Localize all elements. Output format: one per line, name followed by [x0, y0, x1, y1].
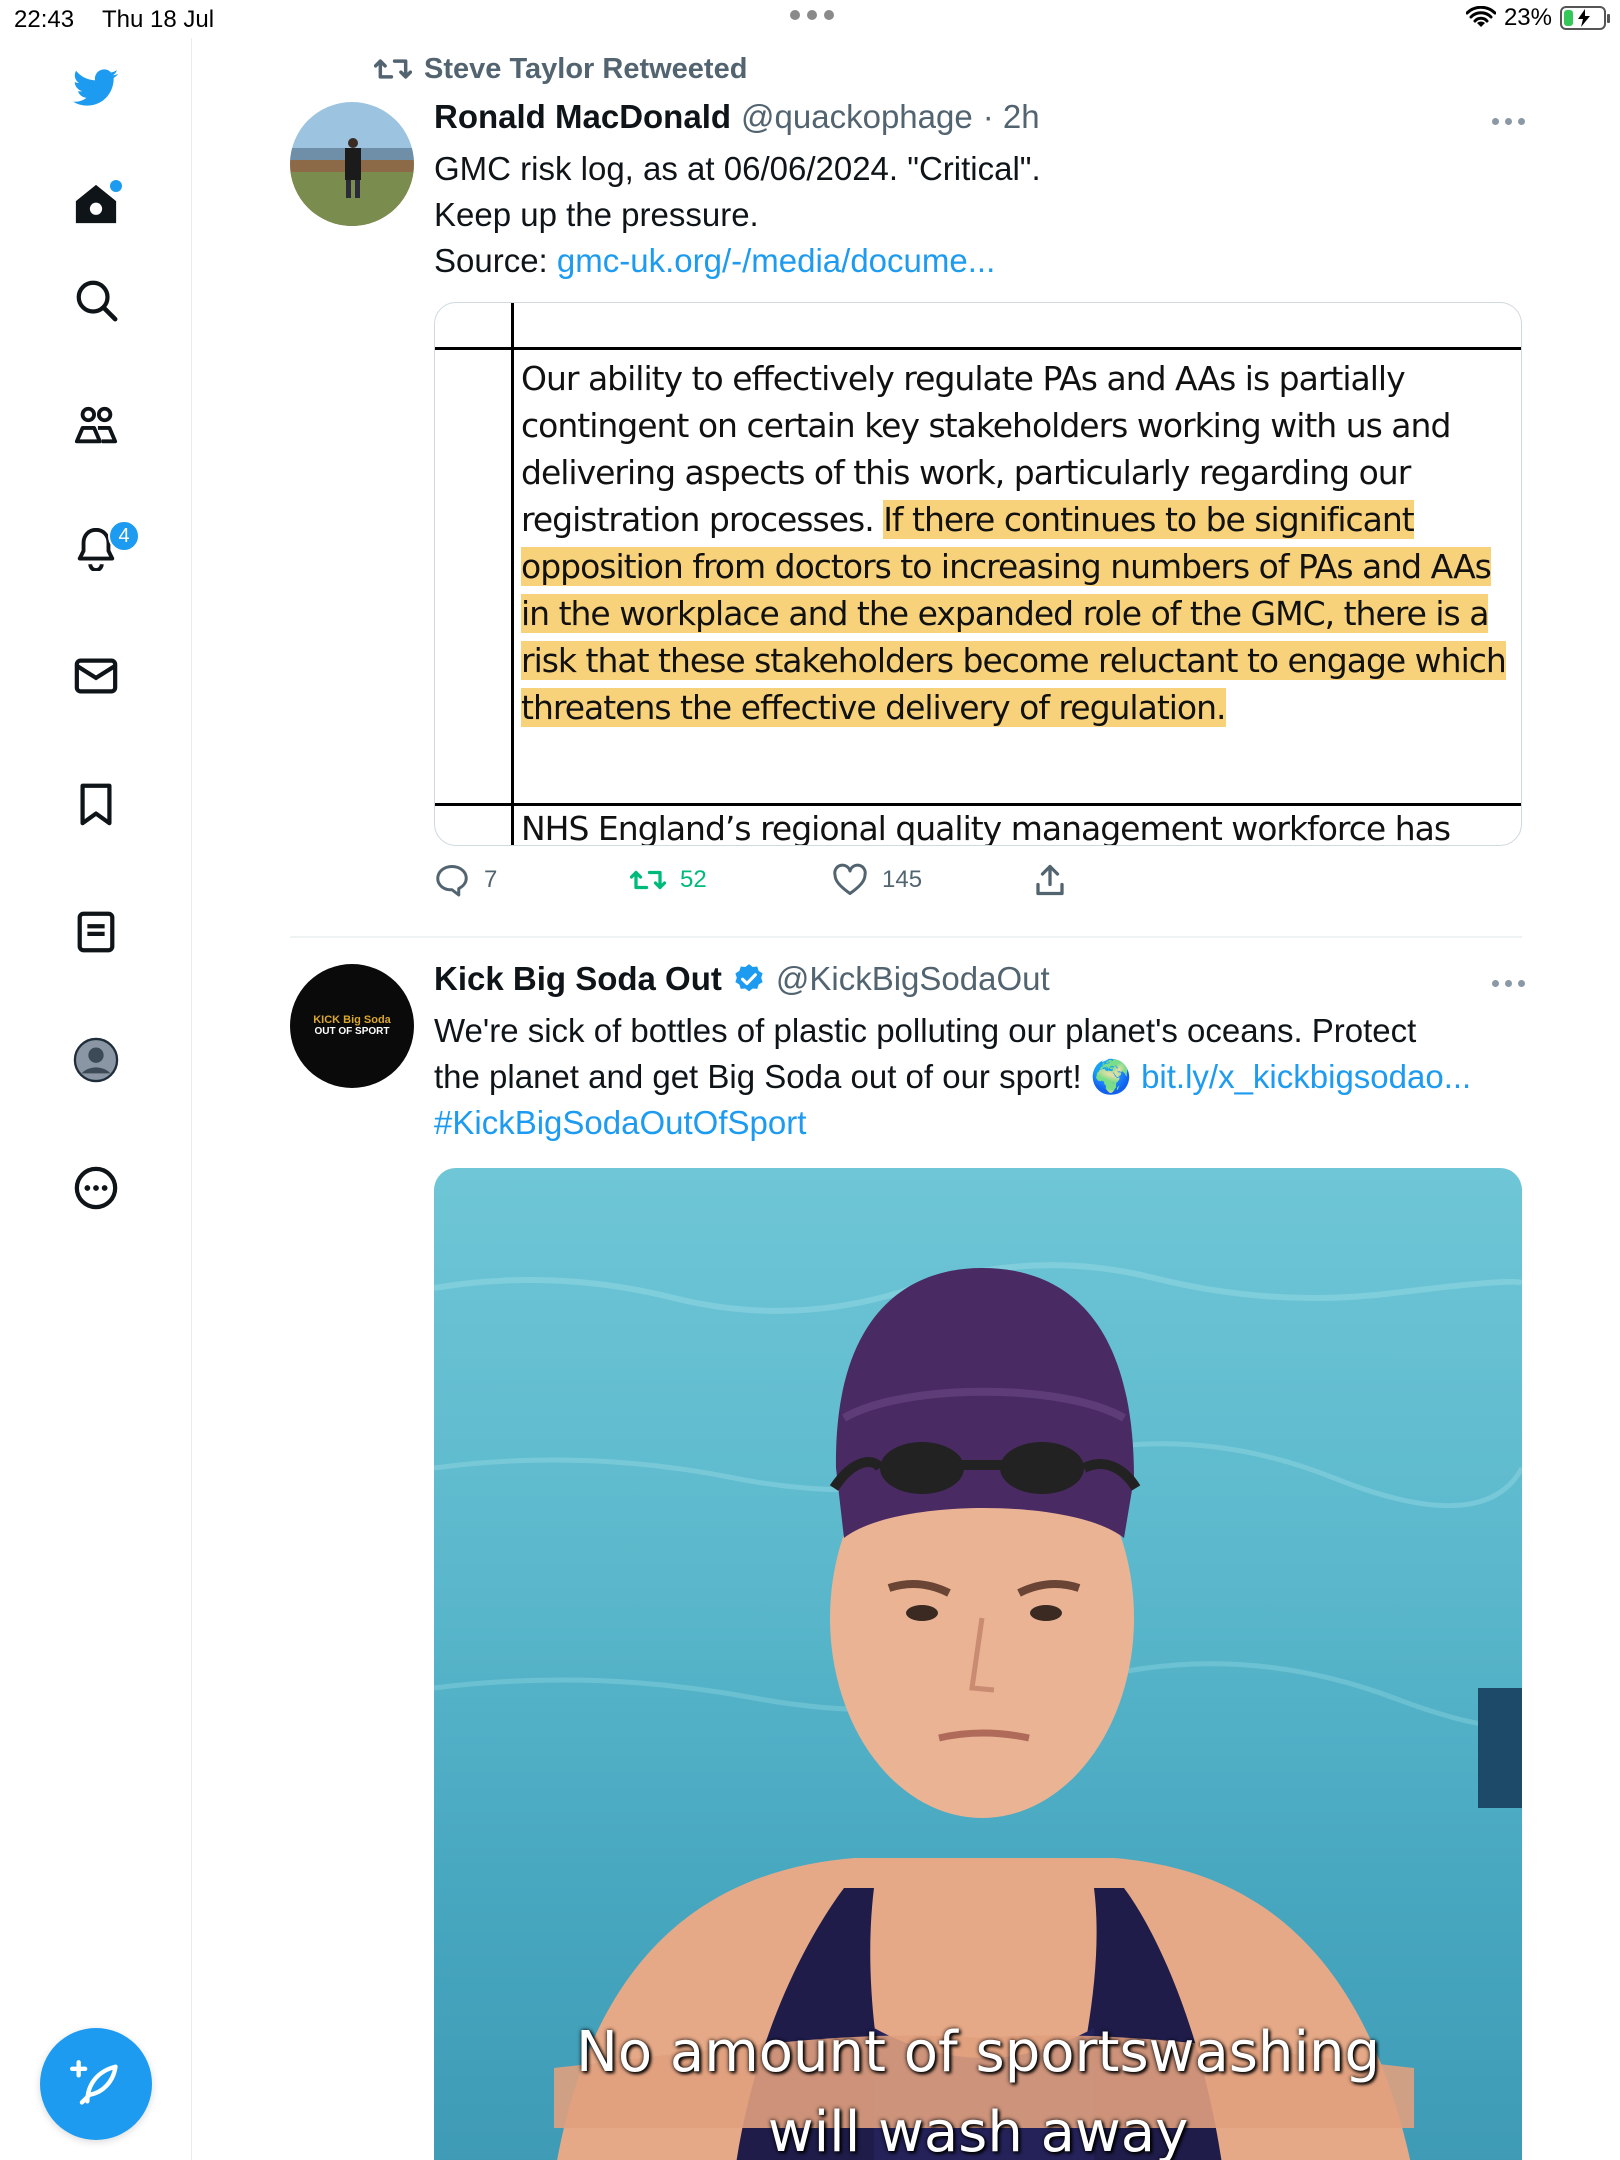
- bookmark-icon: [80, 783, 112, 826]
- twitter-logo[interactable]: [56, 48, 136, 128]
- doc-highlight: in the workplace and the expanded role o…: [521, 594, 1489, 633]
- tweet2-author-handle[interactable]: @KickBigSodaOut: [776, 960, 1050, 998]
- tweet1-author-name[interactable]: Ronald MacDonald: [434, 98, 731, 136]
- more-circle-icon: [74, 1166, 118, 1210]
- video-caption-line1: No amount of sportswashing: [575, 2020, 1381, 2085]
- share-button[interactable]: [1032, 862, 1068, 898]
- sidebar-item-explore[interactable]: [56, 260, 136, 340]
- tweet1-source-label: Source:: [434, 242, 548, 279]
- like-button[interactable]: 145: [832, 862, 922, 898]
- sidebar-item-lists[interactable]: [56, 892, 136, 972]
- twitter-bird-icon: [73, 69, 119, 106]
- tweet2-video[interactable]: No amount of sportswashing will wash awa…: [434, 1168, 1522, 2160]
- tweet1-image[interactable]: Our ability to effectively regulate PAs …: [434, 302, 1522, 846]
- tweet2-text-line: the planet and get Big Soda out of our s…: [434, 1058, 1132, 1095]
- doc-footer-line: NHS England’s regional quality managemen…: [521, 809, 1451, 846]
- sidebar-item-messages[interactable]: [56, 636, 136, 716]
- battery-percent: 23%: [1503, 4, 1552, 31]
- doc-highlight: threatens the effective delivery of regu…: [521, 688, 1227, 727]
- home-unread-dot: [110, 180, 122, 192]
- avatar-logo-text-top: KICK Big Soda: [313, 1014, 391, 1026]
- compose-feather-icon: [70, 2060, 118, 2105]
- share-icon: [1036, 864, 1064, 896]
- status-date: Thu 18 Jul: [102, 6, 215, 33]
- sidebar: 4: [0, 38, 192, 2160]
- compose-tweet-button[interactable]: [40, 2028, 152, 2140]
- avatar-logo-text-bottom: OUT OF SPORT: [314, 1026, 390, 1037]
- like-count: 145: [882, 866, 923, 893]
- status-right: 23%: [1465, 4, 1610, 32]
- doc-line: delivering aspects of this work, particu…: [521, 453, 1411, 492]
- tweet1-author-handle[interactable]: @quackophage: [741, 98, 973, 136]
- battery-icon: [1560, 6, 1610, 30]
- retweet-context[interactable]: Steve Taylor Retweeted: [374, 50, 747, 88]
- sidebar-item-home[interactable]: [56, 164, 136, 244]
- tweet2-text-line: We're sick of bottles of plastic polluti…: [434, 1012, 1417, 1049]
- retweet-count: 52: [680, 866, 707, 893]
- tweet1-more-button[interactable]: [1492, 118, 1525, 125]
- retweet-icon: [630, 870, 666, 890]
- tweet2-header: Kick Big Soda Out @KickBigSodaOut: [434, 960, 1050, 998]
- video-caption-line2: will wash away: [767, 2100, 1189, 2160]
- status-time: 22:43: [14, 6, 75, 33]
- tweet-divider: [290, 936, 1522, 938]
- status-bar: 22:43 Thu 18 Jul 23%: [0, 0, 1620, 38]
- heart-icon: [833, 863, 867, 895]
- doc-line: Our ability to effectively regulate PAs …: [521, 359, 1406, 398]
- mail-icon: [74, 658, 118, 694]
- swimmer-image: [434, 1262, 1522, 2160]
- wifi-icon: [1465, 6, 1496, 27]
- tweet1-source-link[interactable]: gmc-uk.org/-/media/docume...: [557, 242, 995, 279]
- multitasking-dots[interactable]: [790, 10, 834, 20]
- notification-count-badge: 4: [108, 520, 140, 552]
- tweet1-actions: 7 52 145: [434, 862, 1134, 912]
- sidebar-item-bookmarks[interactable]: [56, 764, 136, 844]
- list-icon: [77, 911, 115, 953]
- timeline: Steve Taylor Retweeted Ronald MacDonald …: [192, 38, 1620, 2160]
- tweet1-avatar[interactable]: [290, 102, 414, 226]
- doc-highlight: risk that these stakeholders become relu…: [521, 641, 1507, 680]
- retweet-button[interactable]: 52: [630, 862, 707, 898]
- retweet-icon: [374, 59, 412, 79]
- doc-line: contingent on certain key stakeholders w…: [521, 406, 1451, 445]
- doc-line: registration processes.: [521, 500, 875, 539]
- reply-count: 7: [484, 866, 498, 893]
- sidebar-item-communities[interactable]: [56, 386, 136, 466]
- tweet2-body: We're sick of bottles of plastic polluti…: [434, 1008, 1471, 1146]
- tweet2-author-name[interactable]: Kick Big Soda Out: [434, 960, 722, 998]
- tweet1-text-line: Keep up the pressure.: [434, 196, 759, 233]
- sidebar-item-notifications[interactable]: 4: [56, 508, 140, 588]
- tweet1-timestamp[interactable]: · 2h: [983, 98, 1040, 136]
- tweet2-avatar[interactable]: KICK Big Soda OUT OF SPORT: [290, 964, 414, 1088]
- document-excerpt: Our ability to effectively regulate PAs …: [521, 355, 1521, 731]
- tweet2-more-button[interactable]: [1492, 980, 1525, 987]
- doc-highlight: opposition from doctors to increasing nu…: [521, 547, 1492, 586]
- tweet2-link[interactable]: bit.ly/x_kickbigsodao...: [1141, 1058, 1471, 1095]
- tweet1-body: GMC risk log, as at 06/06/2024. "Critica…: [434, 146, 1041, 284]
- sidebar-item-profile[interactable]: [56, 1020, 136, 1100]
- sidebar-item-more[interactable]: [56, 1148, 136, 1228]
- tweet1-header: Ronald MacDonald @quackophage · 2h: [434, 98, 1040, 136]
- tweet1-text-line: GMC risk log, as at 06/06/2024. "Critica…: [434, 150, 1041, 187]
- doc-highlight: If there continues to be significant: [883, 500, 1415, 539]
- reply-button[interactable]: 7: [434, 862, 497, 898]
- search-icon: [76, 280, 118, 322]
- verified-badge-icon: [735, 964, 763, 992]
- reply-icon: [436, 865, 468, 897]
- tweet2-hashtag[interactable]: #KickBigSodaOutOfSport: [434, 1100, 1471, 1146]
- avatar-icon: [73, 1037, 119, 1083]
- communities-icon: [74, 406, 118, 444]
- retweeted-by-label: Steve Taylor Retweeted: [424, 52, 748, 85]
